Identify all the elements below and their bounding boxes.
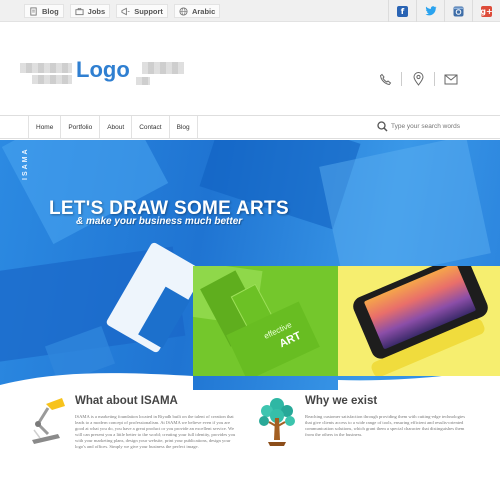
about-title: What about ISAMA (75, 395, 178, 407)
nav-items: Home Portfolio About Contact Blog (28, 116, 198, 138)
search-input[interactable] (391, 123, 491, 130)
top-link-jobs[interactable]: Jobs (69, 4, 111, 18)
social-twitter[interactable] (416, 0, 444, 22)
hero-subheadline: & make your business much better (76, 216, 243, 227)
nav-item-contact[interactable]: Contact (132, 116, 170, 138)
hero-brand-mark: ISAMA (22, 147, 29, 180)
site-logo[interactable]: Logo (76, 57, 130, 83)
search-icon[interactable] (377, 121, 388, 132)
top-link-label: Jobs (87, 6, 106, 16)
top-link-arabic[interactable]: Arabic (173, 4, 221, 18)
about-section: What about ISAMA ISAMA is a marketing fo… (75, 395, 240, 450)
social-instagram[interactable] (444, 0, 472, 22)
portfolio-image-phone[interactable] (338, 266, 500, 376)
blurred-logo-part (142, 62, 184, 74)
megaphone-icon (121, 7, 130, 15)
top-link-label: Arabic (191, 6, 216, 16)
why-title: Why we exist (305, 395, 378, 407)
social-links: f g+ (388, 0, 500, 22)
nav-item-blog[interactable]: Blog (170, 116, 198, 138)
nav-item-about[interactable]: About (100, 116, 133, 138)
contact-icons (378, 72, 458, 86)
search-box (377, 121, 491, 132)
instagram-icon (453, 6, 464, 16)
site-header: Logo (0, 22, 500, 115)
why-section: Why we exist Reaching customer satisfact… (305, 395, 465, 438)
top-link-blog[interactable]: Blog (24, 4, 64, 18)
briefcase-icon (75, 7, 84, 15)
tree-icon (259, 398, 295, 446)
twitter-icon (425, 6, 436, 16)
nav-item-home[interactable]: Home (28, 116, 62, 138)
desk-lamp-icon (32, 398, 65, 444)
why-text: Reaching customer satisfaction through p… (305, 414, 465, 437)
divider (401, 72, 402, 86)
main-nav: Home Portfolio About Contact Blog (0, 115, 500, 139)
social-google-plus[interactable]: g+ (472, 0, 500, 22)
blurred-logo-part (32, 75, 72, 84)
mail-icon[interactable] (444, 72, 458, 86)
portfolio-image-cards[interactable]: effective ART (193, 266, 338, 376)
location-icon[interactable] (411, 72, 425, 86)
nav-item-portfolio[interactable]: Portfolio (61, 116, 101, 138)
decor-shape (319, 140, 491, 285)
globe-icon (179, 6, 188, 16)
phone-icon[interactable] (378, 72, 392, 86)
top-link-label: Blog (42, 6, 59, 16)
google-plus-icon: g+ (480, 5, 493, 17)
facebook-icon: f (397, 5, 408, 17)
blurred-logo-part (136, 77, 150, 85)
about-text: ISAMA is a marketing foundation located … (75, 414, 236, 449)
top-link-support[interactable]: Support (116, 4, 168, 18)
hero-banner: ISAMA LET'S DRAW SOME ARTS & make your b… (0, 140, 500, 390)
divider (434, 72, 435, 86)
social-facebook[interactable]: f (388, 0, 416, 22)
top-link-label: Support (134, 6, 163, 16)
blurred-logo-part (20, 63, 72, 73)
document-icon (30, 6, 37, 16)
top-bar: Blog Jobs Support Arabic f g+ (0, 0, 500, 22)
top-links: Blog Jobs Support Arabic (24, 4, 221, 18)
